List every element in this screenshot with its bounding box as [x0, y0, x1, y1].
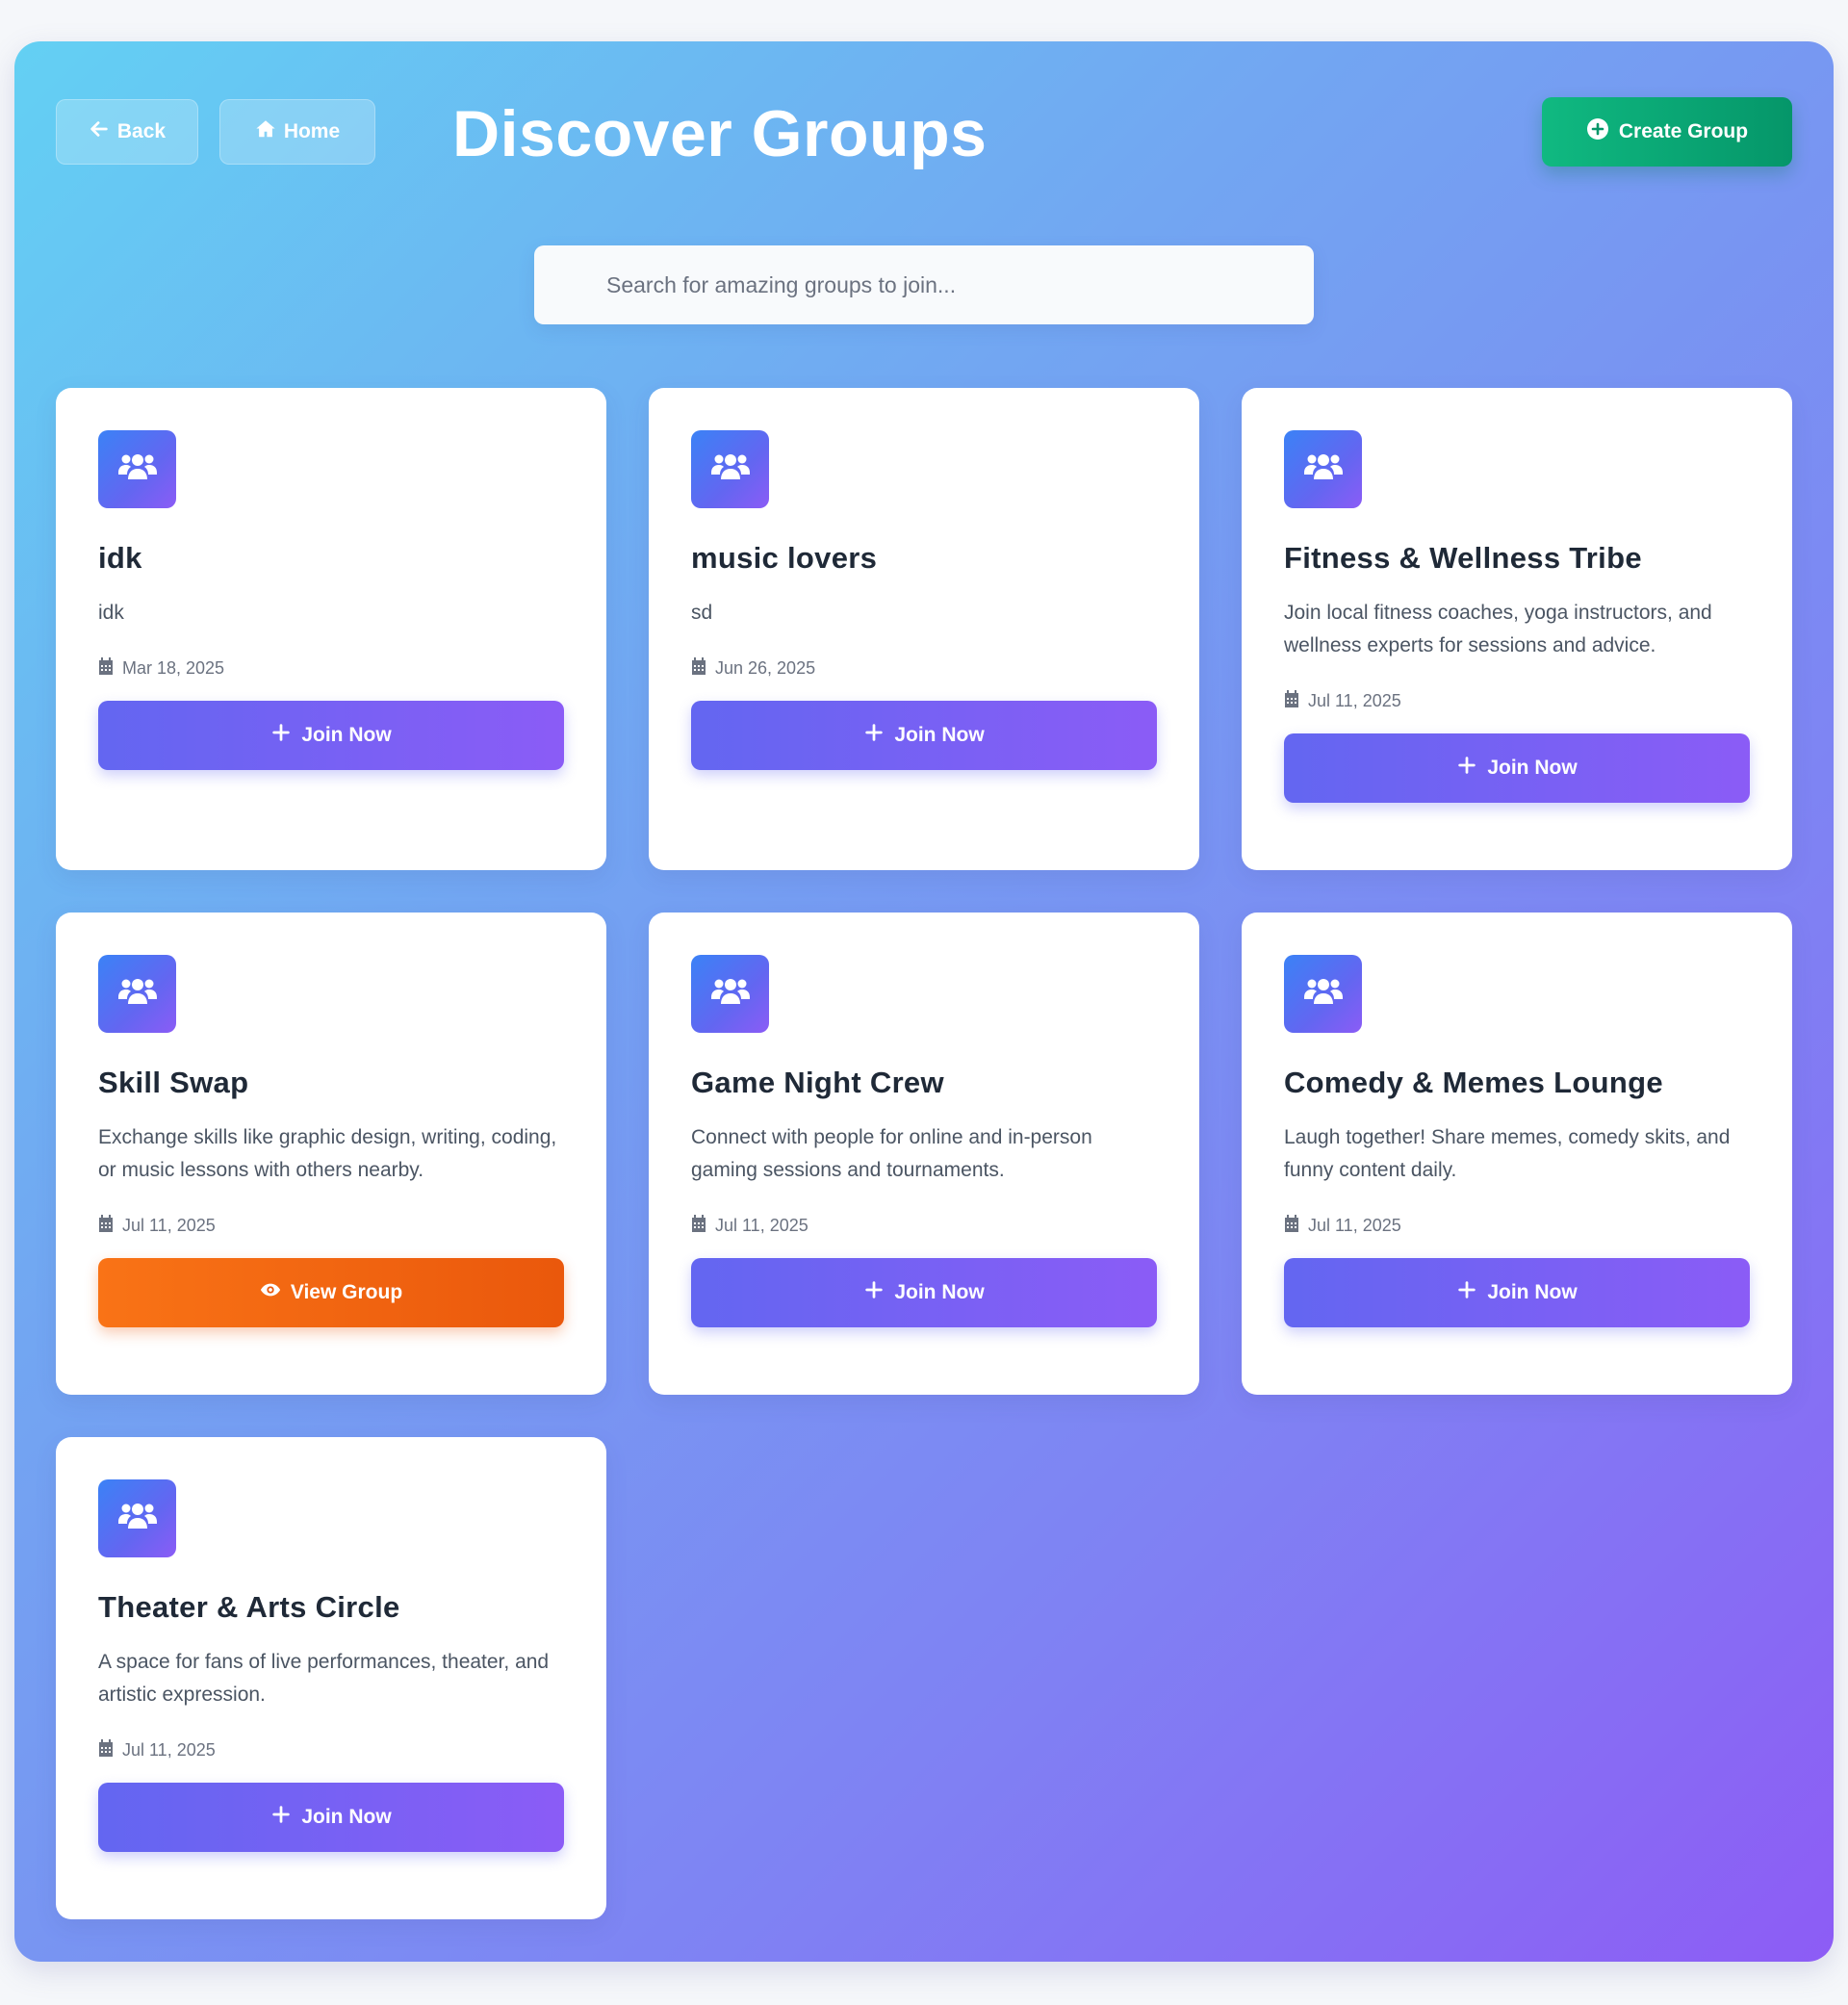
group-description: Join local fitness coaches, yoga instruc… — [1284, 602, 1712, 656]
plus-icon — [1456, 755, 1477, 782]
group-date-text: Jul 11, 2025 — [1308, 1215, 1401, 1235]
group-card: music lovers sd Jun 26, 2025 Join Now — [649, 388, 1199, 870]
group-description: sd — [691, 602, 713, 624]
group-card: idk idk Mar 18, 2025 Join Now — [56, 388, 606, 870]
create-group-button[interactable]: Create Group — [1542, 97, 1792, 167]
group-card: Comedy & Memes Lounge Laugh together! Sh… — [1242, 913, 1792, 1395]
group-date: Jul 11, 2025 — [1284, 685, 1750, 716]
join-now-button[interactable]: Join Now — [691, 1258, 1157, 1327]
join-now-button[interactable]: Join Now — [98, 1783, 564, 1852]
group-date: Mar 18, 2025 — [98, 653, 564, 683]
users-icon — [117, 976, 158, 1012]
group-avatar — [98, 955, 176, 1033]
group-date-text: Jul 11, 2025 — [715, 1215, 808, 1235]
users-icon — [1303, 451, 1344, 487]
calendar-icon — [691, 1214, 706, 1237]
group-date: Jul 11, 2025 — [98, 1735, 564, 1765]
group-title: Game Night Crew — [691, 1066, 944, 1099]
group-title: idk — [98, 541, 142, 575]
home-button[interactable]: Home — [219, 99, 375, 165]
group-card: Skill Swap Exchange skills like graphic … — [56, 913, 606, 1395]
users-icon — [710, 451, 751, 487]
join-now-label: Join Now — [1487, 757, 1578, 779]
calendar-icon — [98, 1738, 114, 1761]
group-date-text: Jul 11, 2025 — [1308, 690, 1401, 710]
view-group-label: View Group — [290, 1281, 403, 1303]
group-description: A space for fans of live performances, t… — [98, 1651, 550, 1706]
group-description: Connect with people for online and in-pe… — [691, 1126, 1092, 1181]
group-card: Theater & Arts Circle A space for fans o… — [56, 1437, 606, 1919]
group-card: Game Night Crew Connect with people for … — [649, 913, 1199, 1395]
home-button-label: Home — [283, 120, 341, 142]
join-now-button[interactable]: Join Now — [98, 701, 564, 770]
group-description: idk — [98, 602, 124, 624]
page-header: Back Home Discover Groups Create Group — [56, 97, 1792, 170]
home-icon — [255, 118, 276, 145]
users-icon — [710, 976, 751, 1012]
group-grid: idk idk Mar 18, 2025 Join Now music love… — [56, 388, 1792, 1919]
back-button-label: Back — [116, 120, 167, 142]
group-avatar — [98, 1479, 176, 1557]
group-description: Laugh together! Share memes, comedy skit… — [1284, 1126, 1731, 1181]
arrow-left-icon — [89, 118, 110, 145]
plus-icon — [1456, 1279, 1477, 1306]
calendar-icon — [691, 656, 706, 680]
back-button[interactable]: Back — [56, 99, 198, 165]
group-avatar — [98, 430, 176, 508]
plus-icon — [270, 722, 292, 749]
users-icon — [117, 451, 158, 487]
plus-icon — [270, 1804, 292, 1831]
group-date: Jul 11, 2025 — [691, 1210, 1157, 1241]
join-now-button[interactable]: Join Now — [1284, 1258, 1750, 1327]
group-date: Jun 26, 2025 — [691, 653, 1157, 683]
group-title: Skill Swap — [98, 1066, 249, 1099]
plus-icon — [863, 722, 885, 749]
users-icon — [117, 1501, 158, 1536]
discover-groups-page: Back Home Discover Groups Create Group S… — [14, 41, 1834, 1962]
view-group-button[interactable]: View Group — [98, 1258, 564, 1327]
create-group-label: Create Group — [1618, 120, 1749, 142]
calendar-icon — [1284, 689, 1299, 712]
plus-icon — [863, 1279, 885, 1306]
group-avatar — [1284, 430, 1362, 508]
group-avatar — [691, 430, 769, 508]
group-avatar — [691, 955, 769, 1033]
group-title: Comedy & Memes Lounge — [1284, 1066, 1663, 1099]
group-avatar — [1284, 955, 1362, 1033]
users-icon — [1303, 976, 1344, 1012]
group-description: Exchange skills like graphic design, wri… — [98, 1126, 557, 1181]
plus-circle-icon — [1586, 117, 1609, 146]
group-card: Fitness & Wellness Tribe Join local fitn… — [1242, 388, 1792, 870]
group-title: Theater & Arts Circle — [98, 1590, 400, 1624]
join-now-button[interactable]: Join Now — [691, 701, 1157, 770]
calendar-icon — [98, 1214, 114, 1237]
group-title: music lovers — [691, 541, 878, 575]
join-now-label: Join Now — [301, 724, 392, 746]
join-now-label: Join Now — [894, 724, 985, 746]
join-now-label: Join Now — [301, 1806, 392, 1828]
group-date-text: Mar 18, 2025 — [122, 657, 225, 678]
calendar-icon — [98, 656, 114, 680]
join-now-button[interactable]: Join Now — [1284, 733, 1750, 803]
group-date: Jul 11, 2025 — [98, 1210, 564, 1241]
group-title: Fitness & Wellness Tribe — [1284, 541, 1642, 575]
eye-icon — [260, 1279, 281, 1306]
group-date-text: Jul 11, 2025 — [122, 1215, 216, 1235]
search-bar — [534, 245, 1314, 324]
search-input[interactable] — [534, 245, 1314, 324]
join-now-label: Join Now — [894, 1281, 985, 1303]
group-date: Jul 11, 2025 — [1284, 1210, 1750, 1241]
calendar-icon — [1284, 1214, 1299, 1237]
group-date-text: Jul 11, 2025 — [122, 1739, 216, 1760]
join-now-label: Join Now — [1487, 1281, 1578, 1303]
group-date-text: Jun 26, 2025 — [715, 657, 816, 678]
page-title: Discover Groups — [452, 97, 988, 170]
